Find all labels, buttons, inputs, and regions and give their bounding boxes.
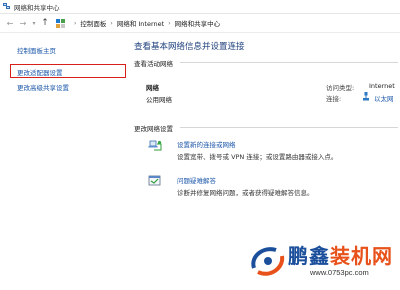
- breadcrumb-network-internet[interactable]: 网络和 Internet: [117, 18, 164, 28]
- network-category-link: 公用网络: [146, 96, 172, 104]
- watermark-text: 鹏鑫装机网: [288, 240, 393, 269]
- troubleshoot-link[interactable]: 问题疑难解答: [177, 175, 216, 185]
- page-title: 查看基本网络信息并设置连接: [134, 42, 245, 52]
- breadcrumb: › 控制面板 › 网络和 Internet › 网络和共享中心: [56, 16, 220, 30]
- back-icon[interactable]: ←: [4, 17, 16, 29]
- breadcrumb-separator-icon[interactable]: ›: [74, 20, 76, 27]
- change-settings-heading: 更改网络设置: [134, 125, 173, 133]
- connection-ethernet-link[interactable]: 以太网: [374, 93, 394, 103]
- control-panel-icon: [56, 18, 66, 28]
- recent-dropdown-icon[interactable]: ▾: [30, 17, 38, 29]
- watermark-text-part2: 装机网: [330, 244, 393, 268]
- sidebar-item-change-advanced-sharing[interactable]: 更改高级共享设置: [17, 82, 69, 92]
- new-connection-icon: [148, 140, 162, 151]
- troubleshoot-icon: [148, 175, 161, 186]
- title-bar: 网络和共享中心: [0, 0, 400, 14]
- connections-label: 连接:: [326, 95, 342, 103]
- watermark-logo-icon: [251, 247, 285, 276]
- window-title: 网络和共享中心: [14, 3, 60, 12]
- setup-connection-link[interactable]: 设置新的连接或网络: [177, 139, 236, 149]
- sidebar-item-change-adapter-settings[interactable]: 更改适配器设置: [17, 67, 63, 77]
- breadcrumb-separator-icon[interactable]: ›: [168, 20, 170, 27]
- setup-connection-description: 设置宽带、拨号或 VPN 连接；或设置路由器或接入点。: [177, 153, 338, 161]
- network-center-icon: [3, 3, 11, 10]
- watermark-url: www.0753pc.com: [310, 268, 369, 277]
- active-networks-heading: 查看活动网络: [134, 60, 173, 68]
- sidebar-item-control-panel-home[interactable]: 控制面板主页: [17, 45, 56, 55]
- watermark: 鹏鑫装机网 www.0753pc.com: [248, 240, 398, 286]
- breadcrumb-control-panel[interactable]: 控制面板: [80, 18, 106, 28]
- breadcrumb-separator-icon[interactable]: ›: [110, 20, 112, 27]
- ethernet-icon: [363, 92, 369, 101]
- forward-icon[interactable]: →: [17, 17, 29, 29]
- watermark-text-part1: 鹏鑫: [288, 244, 330, 268]
- access-type-label: 访问类型:: [326, 84, 355, 92]
- breadcrumb-network-sharing[interactable]: 网络和共享中心: [175, 18, 221, 28]
- section-divider: [180, 127, 398, 128]
- section-divider: [180, 62, 398, 63]
- sidebar: 控制面板主页 更改适配器设置 更改高级共享设置: [0, 34, 128, 290]
- access-type-value: Internet: [369, 82, 395, 90]
- troubleshoot-description: 诊断并修复网络问题，或者获得疑难解答信息。: [177, 189, 314, 197]
- address-bar: ← → ▾ ↑ › 控制面板 › 网络和 Internet › 网络和共享中心: [0, 14, 400, 33]
- up-icon[interactable]: ↑: [39, 17, 51, 29]
- network-name: 网络: [146, 84, 159, 92]
